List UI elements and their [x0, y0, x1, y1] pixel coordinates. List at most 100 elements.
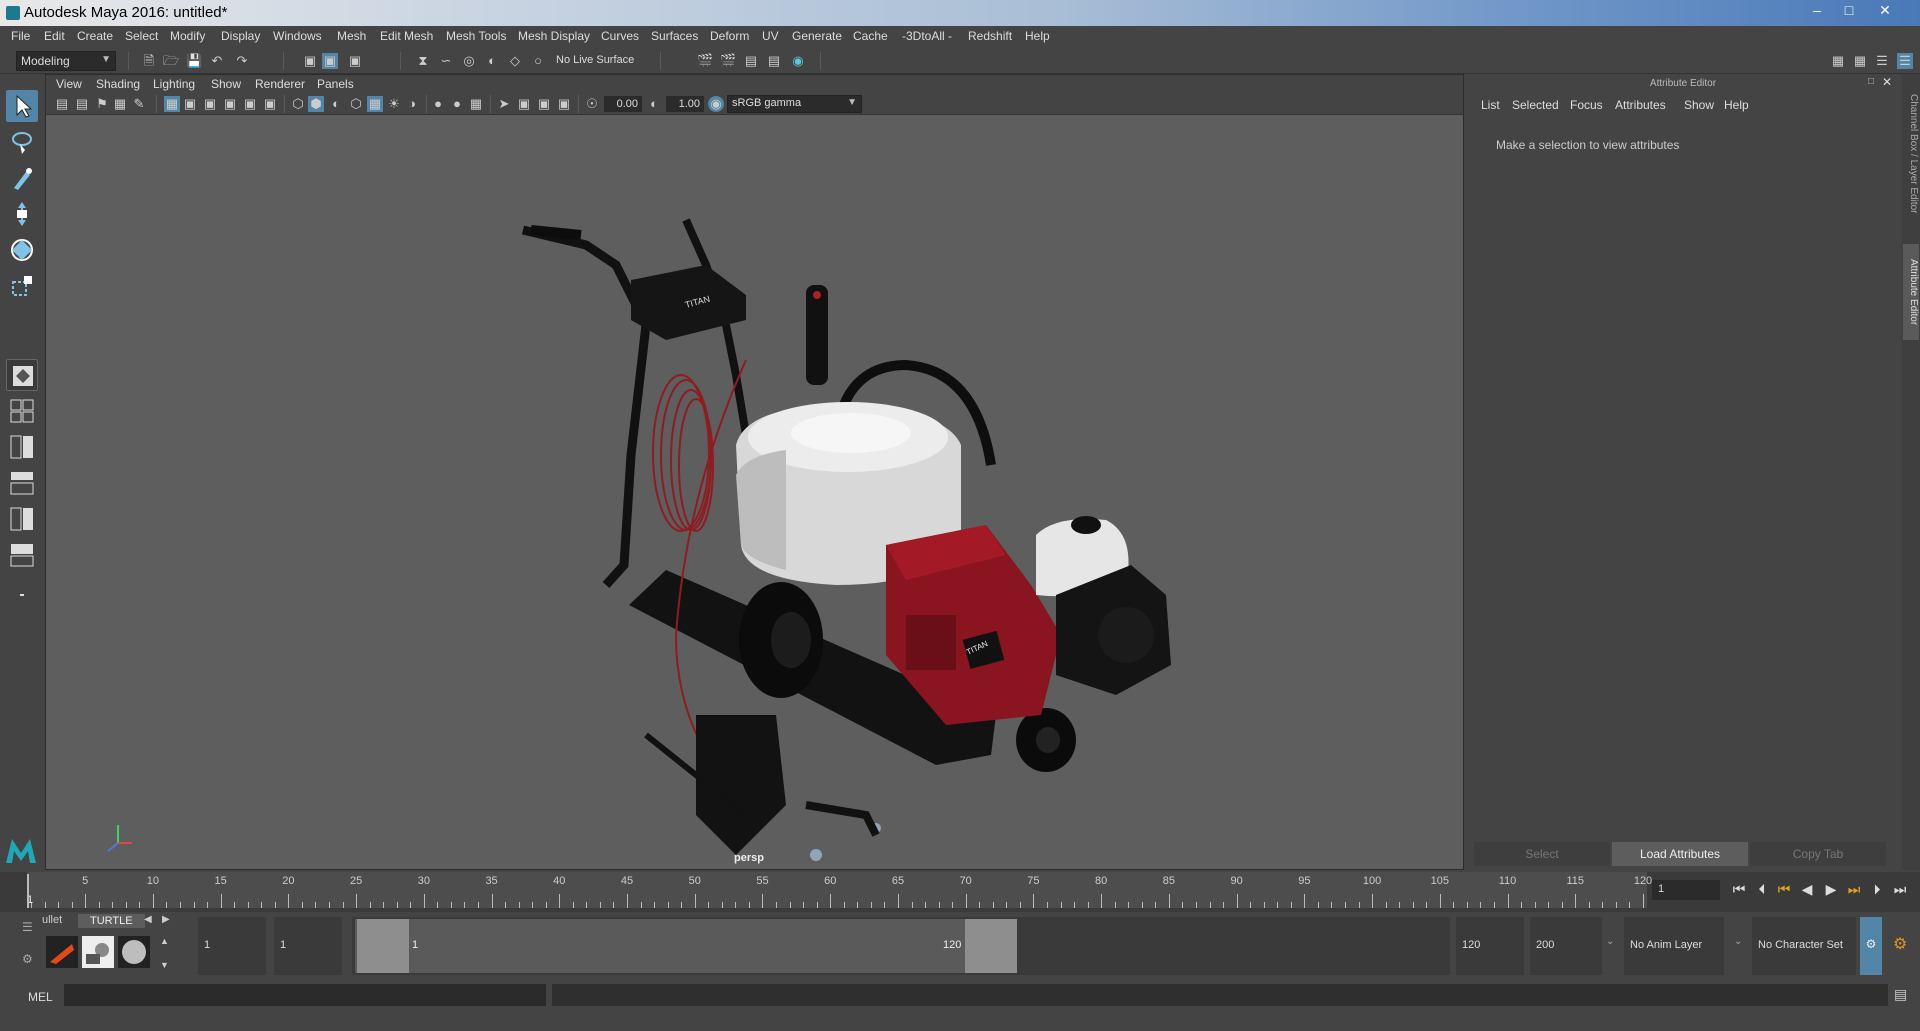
shelf-material-icon[interactable] [82, 936, 114, 968]
minimize-icon[interactable]: – [1802, 0, 1832, 22]
select-by-object-icon[interactable]: ▣ [322, 53, 338, 69]
save-scene-icon[interactable]: 💾 [186, 53, 202, 69]
mel-label[interactable]: MEL [28, 990, 53, 1004]
exposure-icon[interactable]: ☉ [584, 96, 600, 112]
playback-end-field[interactable]: 120 [1456, 917, 1524, 975]
ae-menu-selected[interactable]: Selected [1512, 98, 1559, 112]
select-by-hierarchy-icon[interactable]: ▣ [302, 53, 318, 69]
image-plane-icon[interactable]: ▦ [112, 96, 128, 112]
close-icon[interactable]: ✕ [1870, 0, 1900, 22]
menu-mesh[interactable]: Mesh [337, 29, 366, 43]
anim-layer-field[interactable]: No Anim Layer [1624, 917, 1724, 975]
current-time-indicator[interactable] [27, 874, 29, 908]
wireframe-on-shaded-icon[interactable]: ⬡ [348, 96, 364, 112]
play-backwards-icon[interactable]: ◀ [1798, 881, 1816, 898]
menu-modify[interactable]: Modify [170, 29, 205, 43]
copy-tab-button[interactable]: Copy Tab [1750, 842, 1886, 866]
go-to-start-icon[interactable]: ⏮ [1730, 881, 1748, 898]
persp-outliner-layout-icon[interactable] [6, 467, 38, 499]
resolution-gate-icon[interactable]: ▣ [202, 96, 218, 112]
vp-menu-panels[interactable]: Panels [317, 77, 354, 91]
four-view-layout-icon[interactable] [6, 395, 38, 427]
menu-uv[interactable]: UV [762, 29, 779, 43]
vp-menu-shading[interactable]: Shading [96, 77, 140, 91]
persp-graph-layout-icon[interactable] [6, 503, 38, 535]
menu-edit[interactable]: Edit [44, 29, 65, 43]
playback-start-field[interactable]: 1 [274, 917, 342, 975]
new-scene-icon[interactable]: 🗎 [141, 53, 157, 69]
shelf-tab-turtle[interactable]: TURTLE [78, 914, 145, 928]
make-live-icon[interactable]: ○ [530, 53, 546, 69]
ae-menu-list[interactable]: List [1481, 98, 1500, 112]
shelf-next-icon[interactable]: ▶ [162, 914, 170, 925]
menu-edit-mesh[interactable]: Edit Mesh [380, 29, 433, 43]
chevron-down-icon[interactable]: ⌄ [1734, 936, 1742, 947]
close-panel-icon[interactable]: ✕ [1882, 75, 1892, 89]
menu-file[interactable]: File [11, 29, 30, 43]
range-start-handle[interactable] [357, 919, 409, 973]
menu-deform[interactable]: Deform [710, 29, 749, 43]
field-chart-icon[interactable]: ▣ [242, 96, 258, 112]
tab-channel-box[interactable]: Channel Box / Layer Editor [1903, 84, 1919, 224]
current-frame-field[interactable]: 1 [1652, 880, 1720, 900]
default-material-icon[interactable]: ◐ [328, 96, 344, 112]
vp-menu-show[interactable]: Show [211, 77, 241, 91]
play-forwards-icon[interactable]: ▶ [1822, 881, 1840, 898]
menu-curves[interactable]: Curves [601, 29, 639, 43]
toggle-tool-settings-icon[interactable]: ☰ [1874, 53, 1890, 69]
film-gate-icon[interactable]: ▣ [182, 96, 198, 112]
persp-hypershade-layout-icon[interactable] [6, 539, 38, 571]
view-transform-dropdown[interactable]: sRGB gamma ▼ [727, 95, 862, 113]
grid-icon[interactable]: ▦ [164, 96, 180, 112]
maximize-icon[interactable]: □ [1834, 0, 1864, 22]
safe-action-icon[interactable]: ▣ [262, 96, 278, 112]
auto-key-icon[interactable]: ⚙ [1860, 917, 1882, 975]
menu-select[interactable]: Select [125, 29, 158, 43]
perspective-viewport[interactable]: TITAN TITAN persp [46, 115, 1463, 869]
vp-menu-renderer[interactable]: Renderer [255, 77, 305, 91]
motion-blur-icon[interactable]: ● [449, 96, 465, 112]
step-back-frame-icon[interactable]: ⏮ [1775, 881, 1793, 898]
xray-joints-icon[interactable]: ▣ [556, 96, 572, 112]
snap-to-curve-icon[interactable]: ∽ [438, 53, 454, 69]
menu-display[interactable]: Display [221, 29, 260, 43]
menu-create[interactable]: Create [77, 29, 113, 43]
open-scene-icon[interactable]: 🗁 [163, 53, 179, 69]
shelf-scroll-down-icon[interactable]: ▼ [160, 960, 169, 970]
mel-input-field[interactable] [64, 984, 546, 1006]
xray-active-components-icon[interactable]: ▣ [536, 96, 552, 112]
isolate-select-icon[interactable]: ➤ [496, 96, 512, 112]
textured-icon[interactable]: ▦ [367, 96, 383, 112]
rotate-tool-icon[interactable] [6, 234, 38, 266]
shelf-bake-icon[interactable] [46, 936, 78, 968]
shelf-sphere-icon[interactable] [118, 936, 150, 968]
menu-surfaces[interactable]: Surfaces [651, 29, 698, 43]
single-perspective-layout-icon[interactable] [6, 359, 38, 391]
shelf-settings-icon[interactable]: ⚙ [22, 952, 33, 966]
xray-icon[interactable]: ▣ [516, 96, 532, 112]
grease-pencil-icon[interactable]: ✎ [131, 96, 147, 112]
range-end-handle[interactable] [965, 919, 1017, 973]
snap-to-grid-icon[interactable]: ⧗ [415, 53, 431, 69]
paint-select-tool-icon[interactable] [6, 162, 38, 194]
select-tool-icon[interactable] [6, 90, 38, 122]
toggle-attribute-editor-icon[interactable]: ▦ [1852, 53, 1868, 69]
gamma-icon[interactable]: ◐ [646, 96, 662, 112]
animation-preferences-icon[interactable]: ⚙ [1893, 934, 1907, 954]
menu-mesh-display[interactable]: Mesh Display [518, 29, 590, 43]
vp-menu-lighting[interactable]: Lighting [153, 77, 195, 91]
chevron-down-icon[interactable]: ⌄ [1606, 936, 1614, 947]
toggle-modeling-toolkit-icon[interactable]: ▦ [1830, 53, 1846, 69]
multisample-aa-icon[interactable]: ▦ [468, 96, 484, 112]
ae-menu-show[interactable]: Show [1684, 98, 1714, 112]
wireframe-icon[interactable]: ⬡ [290, 96, 306, 112]
shadows-icon[interactable]: ◑ [404, 96, 420, 112]
snap-to-point-icon[interactable]: ◎ [461, 53, 477, 69]
use-all-lights-icon[interactable]: ☀ [386, 96, 402, 112]
snap-to-surface-icon[interactable]: ◇ [507, 53, 523, 69]
render-view-icon[interactable]: ◉ [790, 53, 806, 69]
render-settings-icon[interactable]: ▤ [743, 53, 759, 69]
lasso-tool-icon[interactable] [6, 126, 38, 158]
menu-3dtoall[interactable]: -3DtoAll - [902, 29, 952, 43]
shelf-menu-icon[interactable]: ☰ [22, 920, 33, 934]
